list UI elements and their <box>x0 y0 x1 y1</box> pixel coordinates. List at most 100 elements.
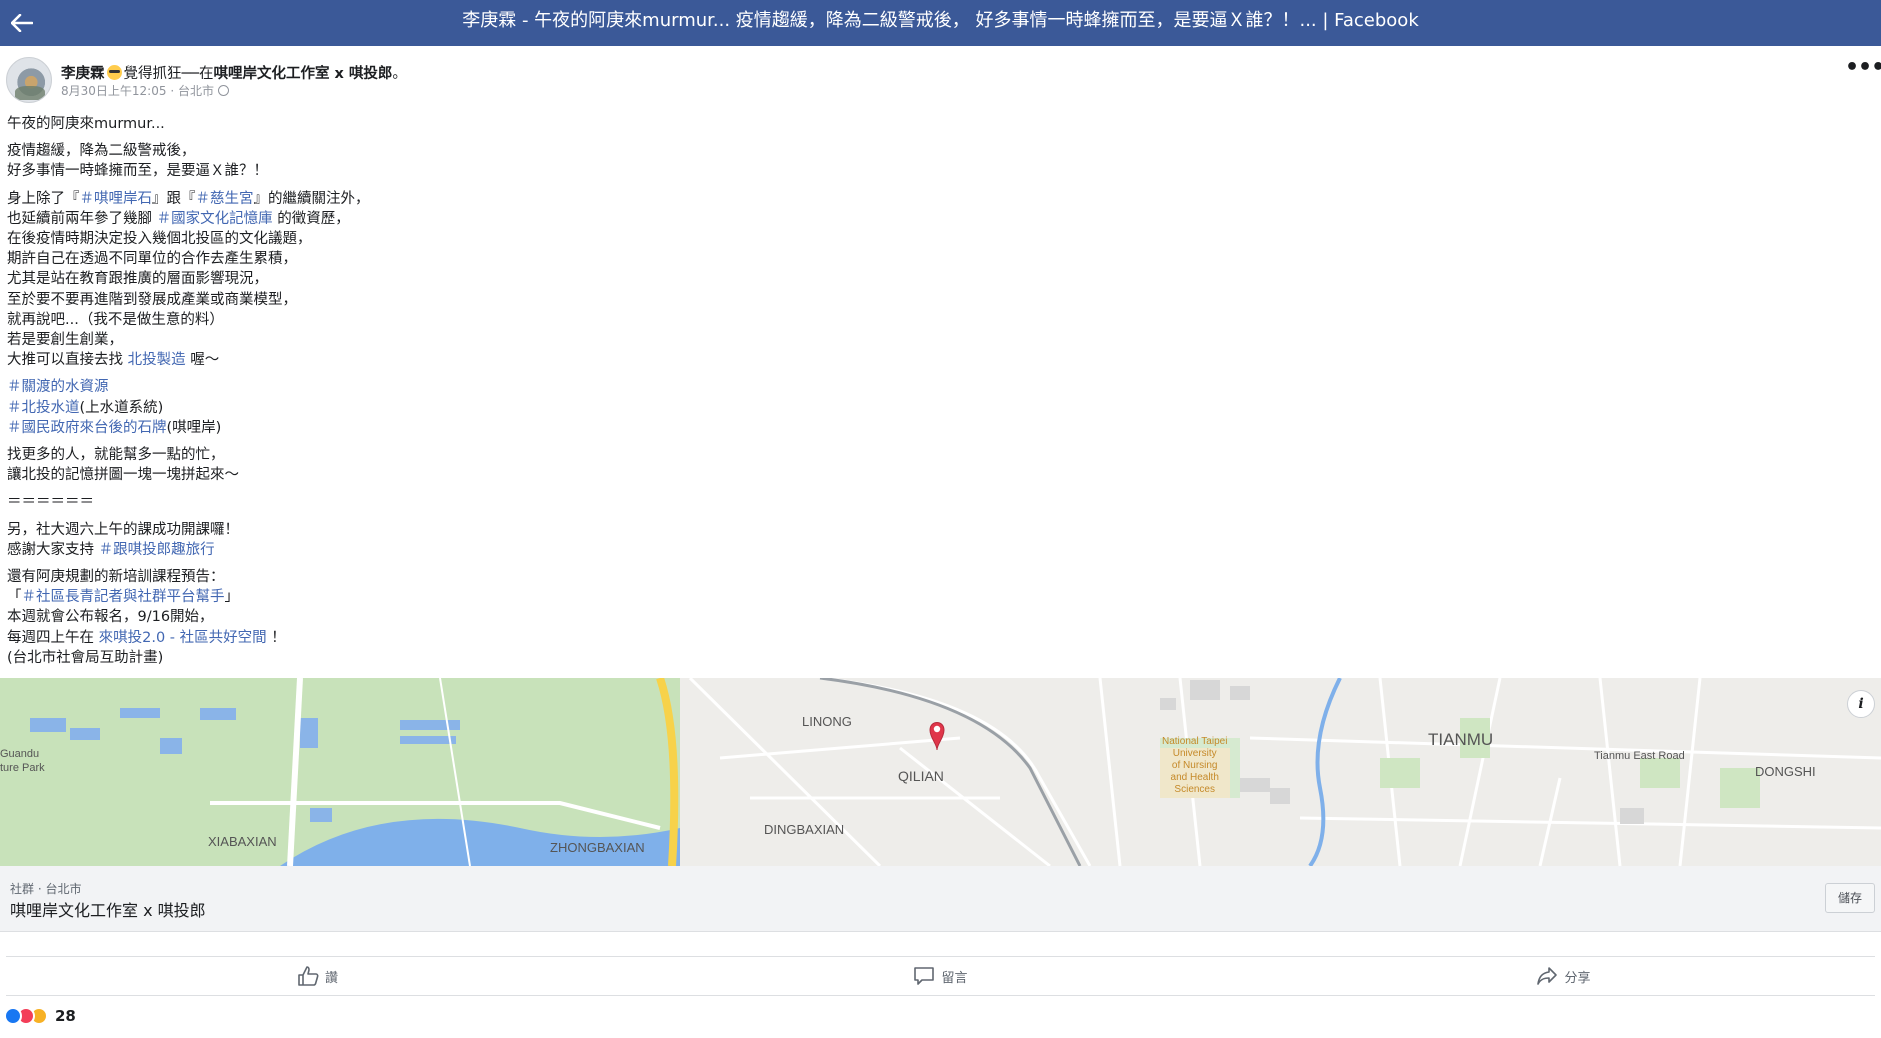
hashtag-link[interactable]: ＃關渡的水資源 <box>7 379 109 395</box>
text-line: (台北市社會局互助計畫) <box>7 649 164 666</box>
comment-icon <box>914 967 935 985</box>
text-line: 找更多的人，就能幫多一點的忙， <box>7 447 225 464</box>
save-button[interactable]: 儲存 <box>1825 883 1875 913</box>
reaction-count: 28 <box>55 1007 76 1025</box>
text: 』跟『 <box>152 190 196 207</box>
share-icon <box>1537 967 1558 985</box>
paragraph: 疫情趨緩，降為二級警戒後， 好多事情一時蜂擁而至，是要逼Ｘ誰？！ <box>7 141 907 181</box>
comment-label: 留言 <box>941 970 968 986</box>
comment-button[interactable]: 留言 <box>629 957 1252 995</box>
text: (上水道系統) <box>79 399 164 416</box>
text: 身上除了『 <box>7 190 80 207</box>
globe-icon <box>217 85 229 96</box>
text: 大推可以直接去找 <box>7 352 128 369</box>
text: 也延續前兩年參了幾腳 <box>7 210 157 227</box>
map-label: XIABAXIAN <box>208 834 277 849</box>
hashtag-link[interactable]: ＃慈生宮 <box>196 191 254 207</box>
text: 的徵資歷， <box>272 210 350 227</box>
text: (唭哩岸) <box>166 419 222 436</box>
map-info-button[interactable]: i <box>1847 690 1875 718</box>
map-label: Guandu <box>0 748 40 760</box>
timestamp[interactable]: 8月30日上午12:05 <box>61 84 167 98</box>
back-arrow-icon[interactable] <box>6 7 38 39</box>
map-label: TIANMU <box>1428 730 1494 749</box>
period: 。 <box>392 66 407 82</box>
text-line: 身上除了『＃唭哩岸石』跟『＃慈生宮』的繼續關注外， <box>7 189 907 209</box>
hashtag-link[interactable]: ＃社區長青記者與社群平台幫手 <box>22 589 225 605</box>
text-line: 也延續前兩年參了幾腳 ＃國家文化記憶庫 的徵資歷， <box>7 209 907 229</box>
text-line: 還有阿庚規劃的新培訓課程預告： <box>7 569 225 586</box>
text: 喔～ <box>185 352 220 369</box>
location[interactable]: 台北市 <box>178 84 214 98</box>
text-line: 尤其是站在教育跟推廣的層面影響現況， <box>7 271 268 288</box>
text: ！ <box>266 629 286 646</box>
text-line: 本週就會公布報名，9/16開始， <box>7 609 214 626</box>
map-label: QILIAN <box>898 768 944 784</box>
page-title: 李庚霖 - 午夜的阿庚來murmur... 疫情趨緩，降為二級警戒後， 好多事情… <box>462 10 1419 31</box>
post-meta: 8月30日上午12:05 · 台北市 <box>61 82 229 99</box>
map-label: ZHONGBAXIAN <box>550 840 645 855</box>
text-line: 疫情趨緩，降為二級警戒後， <box>7 143 196 160</box>
top-bar: 李庚霖 - 午夜的阿庚來murmur... 疫情趨緩，降為二級警戒後， 好多事情… <box>0 0 1881 46</box>
more-options-button[interactable]: ••• <box>1845 57 1881 83</box>
text: 」 <box>224 589 240 606</box>
author-name[interactable]: 李庚霖 <box>61 66 105 82</box>
text-line: 大推可以直接去找 北投製造 喔～ <box>7 350 907 370</box>
paragraph: 還有阿庚規劃的新培訓課程預告： 「＃社區長青記者與社群平台幫手」 本週就會公布報… <box>7 567 907 668</box>
paragraph: 午夜的阿庚來murmur... <box>7 114 907 134</box>
page-mention-link[interactable]: 來唭投2.0 - 社區共好空間 <box>99 630 267 646</box>
text-line: ＃北投水道(上水道系統) <box>7 398 907 418</box>
text-line: 另，社大週六上午的課成功開課囉！ <box>7 521 239 538</box>
text-line: 就再說吧...（我不是做生意的料） <box>7 311 224 328</box>
text: 』的繼續關注外， <box>253 190 370 207</box>
place-card[interactable]: 社群 · 台北市 唭哩岸文化工作室 x 唭投郎 儲存 <box>0 866 1881 932</box>
post-body: 午夜的阿庚來murmur... 疫情趨緩，降為二級警戒後， 好多事情一時蜂擁而至… <box>7 114 907 675</box>
hashtag-link[interactable]: ＃國民政府來台後的石牌 <box>7 420 167 436</box>
text-line: 在後疫情時期決定投入幾個北投區的文化議題， <box>7 231 312 248</box>
page-mention-link[interactable]: 北投製造 <box>128 352 186 368</box>
text-line: 「＃社區長青記者與社群平台幫手」 <box>7 587 907 607</box>
page-link[interactable]: 唭哩岸文化工作室 x 唭投郎 <box>213 66 392 82</box>
text-line: 午夜的阿庚來murmur... <box>7 116 165 132</box>
text-line: ＃關渡的水資源 <box>7 377 907 397</box>
text-line: ＃國民政府來台後的石牌(唭哩岸) <box>7 418 907 438</box>
text-line: 期許自己在透過不同單位的合作去產生累積， <box>7 251 297 268</box>
text-line: 每週四上午在 來唭投2.0 - 社區共好空間 ！ <box>7 628 907 648</box>
place-name[interactable]: 唭哩岸文化工作室 x 唭投郎 <box>10 897 206 921</box>
map-label: ture Park <box>0 762 45 774</box>
text-line: ＝＝＝＝＝＝ <box>7 494 94 511</box>
map-label: National Taipei University of Nursing an… <box>1162 736 1228 795</box>
text-line: 感謝大家支持 ＃跟唭投郎趣旅行 <box>7 540 907 560</box>
text-line: 若是要創生創業， <box>7 332 123 349</box>
paragraph: ＃關渡的水資源 ＃北投水道(上水道系統) ＃國民政府來台後的石牌(唭哩岸) <box>7 377 907 438</box>
text: 每週四上午在 <box>7 629 99 646</box>
like-button[interactable]: 讚 <box>6 957 629 995</box>
paragraph: 身上除了『＃唭哩岸石』跟『＃慈生宮』的繼續關注外， 也延續前兩年參了幾腳 ＃國家… <box>7 189 907 371</box>
feeling-text: 覺得抓狂──在 <box>123 66 214 82</box>
like-reaction-icon <box>4 1007 22 1025</box>
share-label: 分享 <box>1564 970 1591 986</box>
like-label: 讚 <box>324 970 338 986</box>
hashtag-link[interactable]: ＃唭哩岸石 <box>80 191 153 207</box>
text-line: 讓北投的記憶拼圖一塊一塊拼起來～ <box>7 467 239 484</box>
post-header: 李庚霖 覺得抓狂──在唭哩岸文化工作室 x 唭投郎。 8月30日上午12:05 ·… <box>6 57 1881 105</box>
text: 「 <box>7 589 22 606</box>
share-button[interactable]: 分享 <box>1252 957 1875 995</box>
hashtag-link[interactable]: ＃跟唭投郎趣旅行 <box>99 542 215 558</box>
text-line: 好多事情一時蜂擁而至，是要逼Ｘ誰？！ <box>7 163 268 180</box>
paragraph: 另，社大週六上午的課成功開課囉！ 感謝大家支持 ＃跟唭投郎趣旅行 <box>7 520 907 560</box>
text: 感謝大家支持 <box>7 541 99 558</box>
hashtag-link[interactable]: ＃國家文化記憶庫 <box>157 211 273 227</box>
thumbs-up-icon <box>298 966 319 986</box>
map-label: DONGSHI <box>1755 764 1816 779</box>
text-line: 至於要不要再進階到發展成產業或商業模型， <box>7 291 297 308</box>
author-line: 李庚霖 覺得抓狂──在唭哩岸文化工作室 x 唭投郎。 <box>61 62 407 83</box>
map-label: DINGBAXIAN <box>764 822 845 837</box>
location-map[interactable]: Guandu ture Park XIABAXIAN ZHONGBAXIAN L… <box>0 678 1881 866</box>
avatar[interactable] <box>6 57 52 103</box>
hashtag-link[interactable]: ＃北投水道 <box>7 400 80 416</box>
place-category: 社群 · 台北市 <box>10 882 82 896</box>
paragraph: 找更多的人，就能幫多一點的忙， 讓北投的記憶拼圖一塊一塊拼起來～ <box>7 445 907 485</box>
reactions-summary[interactable]: 28 <box>4 1006 76 1026</box>
angry-emoji-icon <box>106 65 122 80</box>
